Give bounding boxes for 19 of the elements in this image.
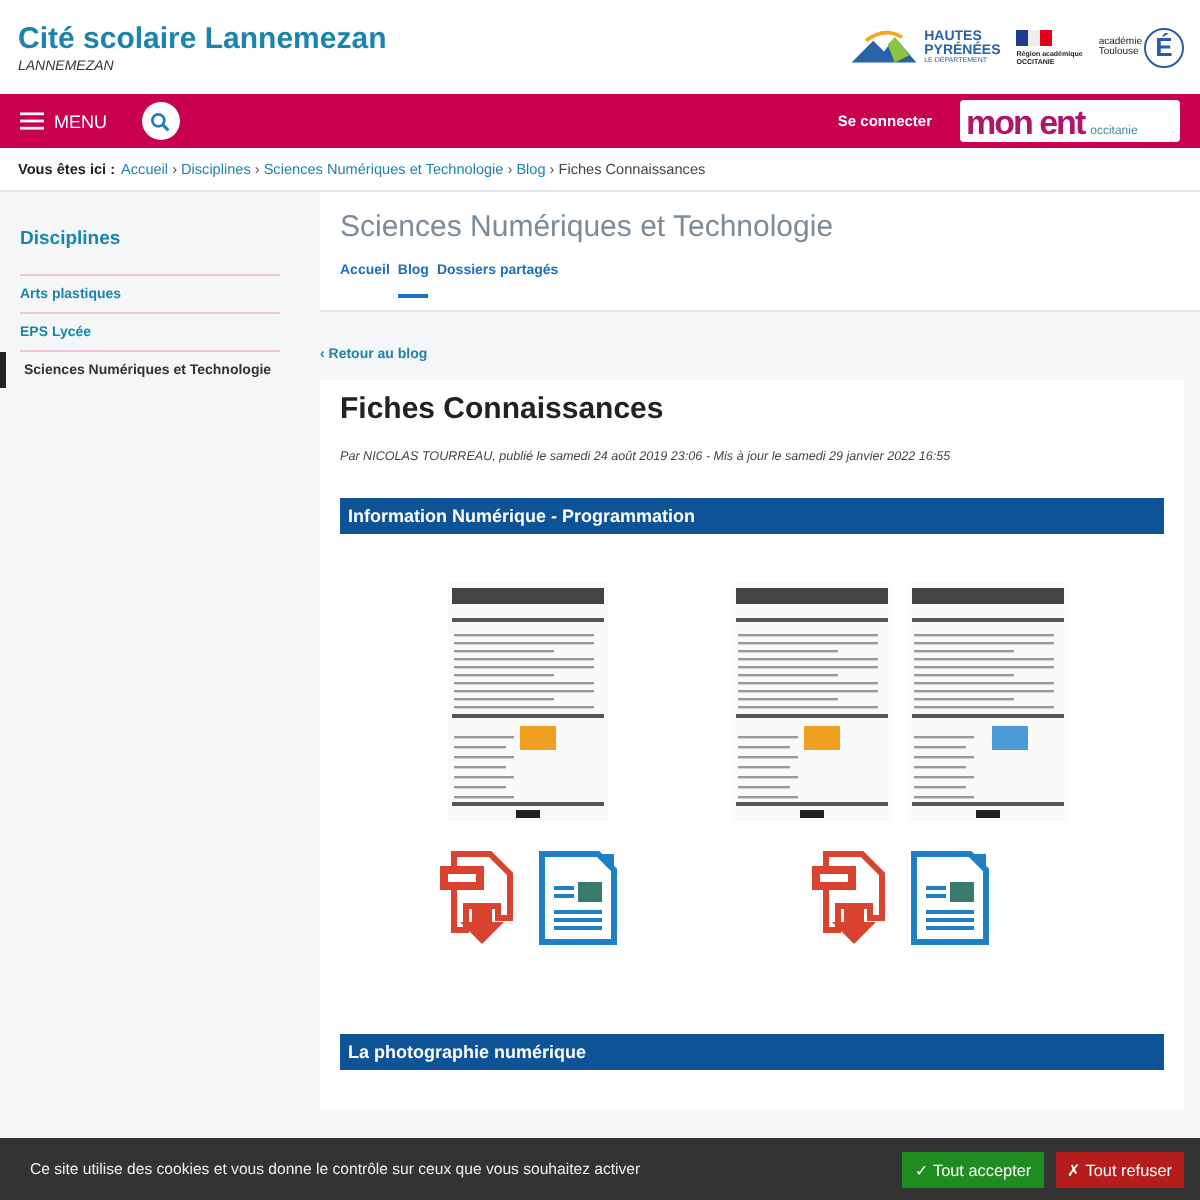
search-button[interactable]: [141, 102, 179, 140]
document-icon[interactable]: [909, 850, 989, 946]
site-title[interactable]: Cité scolaire Lannemezan: [18, 21, 387, 55]
article-title: Fiches Connaissances: [340, 392, 666, 426]
sidebar-title: Disciplines: [20, 220, 280, 276]
accept-button[interactable]: ✓ Tout accepter: [902, 1151, 1044, 1187]
menu-button[interactable]: MENU: [20, 111, 107, 131]
section-title: Sciences Numériques et Technologie: [340, 210, 836, 244]
document-page-drawing[interactable]: [447, 582, 607, 822]
pdf-file-icon[interactable]: [437, 850, 517, 946]
document-page-drawing[interactable]: [907, 582, 1067, 822]
pdf-file-icon[interactable]: [809, 850, 889, 946]
search-icon: [150, 111, 170, 131]
menu-icon: [20, 112, 44, 130]
section-heading: Information Numérique - Programmation: [340, 498, 1164, 534]
document-icon[interactable]: [537, 850, 617, 946]
refuse-button[interactable]: ✗ Tout refuser: [1055, 1151, 1184, 1187]
document-page-drawing[interactable]: [731, 582, 891, 822]
section-heading: La photographie numérique: [340, 1034, 1164, 1070]
